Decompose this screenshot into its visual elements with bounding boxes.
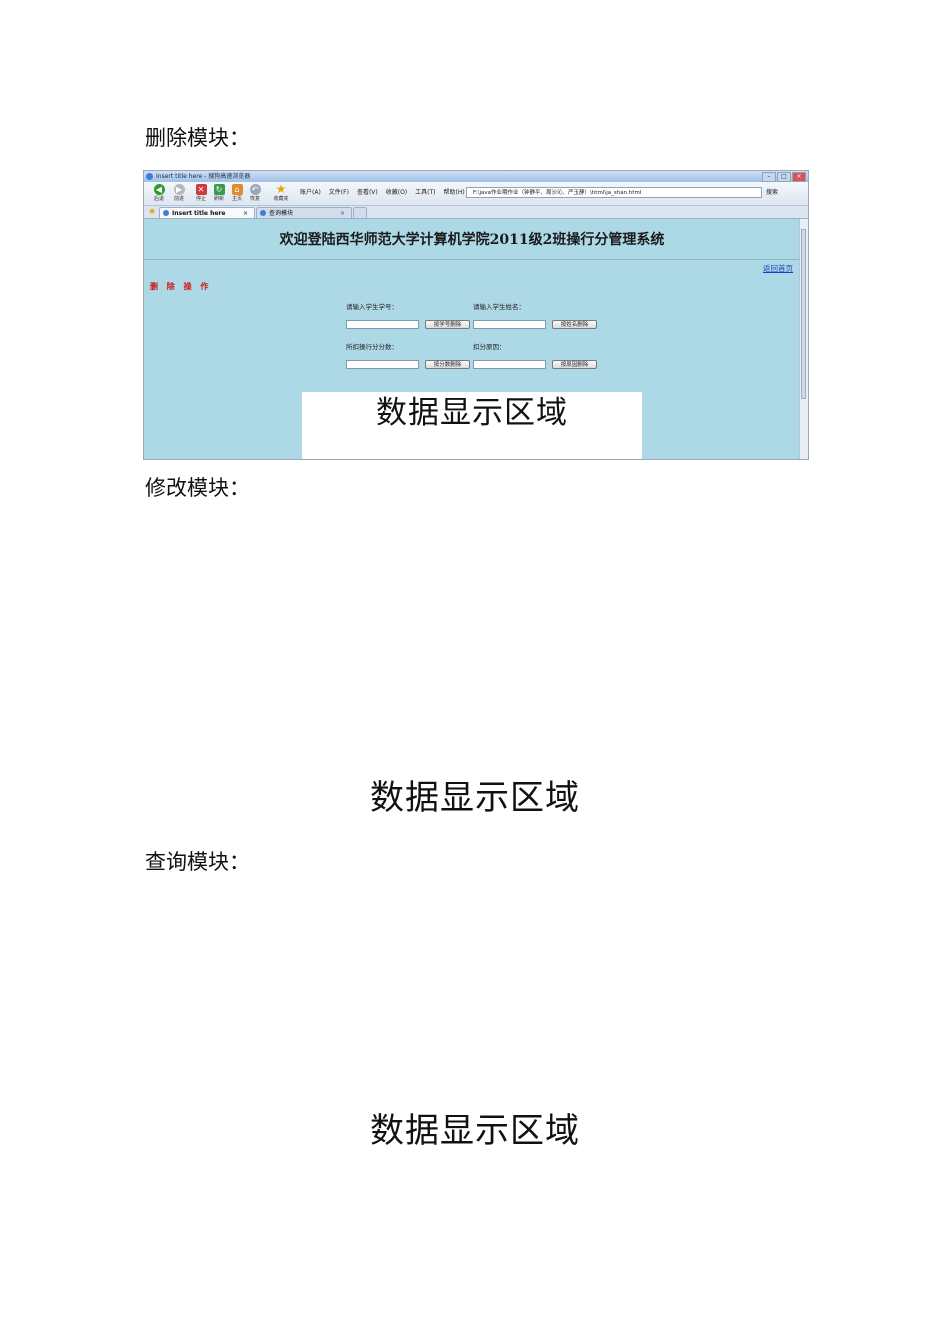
delete-by-reason-button[interactable]: 按原因删除 (552, 360, 597, 369)
score-label: 所扣操行分分数： (346, 343, 398, 351)
score-input[interactable] (346, 360, 419, 369)
modify-data-area-label: 数据显示区域 (370, 778, 580, 818)
favorites-button[interactable]: ★ 收藏夹 (268, 182, 294, 204)
search-button[interactable]: 搜索 (766, 187, 806, 198)
menu-item-favorites[interactable]: 收藏(O) (386, 187, 407, 196)
page-title: 欢迎登陆西华师范大学计算机学院2011级2班操行分管理系统 (279, 232, 665, 248)
maximize-icon[interactable]: □ (777, 172, 791, 182)
query-module-heading: 查询模块： (145, 850, 250, 874)
stop-icon: ✕ (195, 184, 207, 195)
operation-title: 删 除 操 作 (150, 282, 212, 291)
forward-button[interactable]: ▶ 前进 (168, 184, 190, 204)
student-id-label: 请输入学生学号： (346, 303, 398, 311)
tab-query-module[interactable]: 查询模块 × (256, 207, 352, 218)
back-button[interactable]: ◀ 后退 (148, 184, 170, 204)
menu-item-view[interactable]: 查看(V) (357, 187, 378, 196)
delete-by-id-button[interactable]: 按学号删除 (425, 320, 470, 329)
restore-button[interactable]: ↶ 恢复 (244, 184, 266, 204)
minimize-icon[interactable]: – (762, 172, 776, 182)
browser-logo-icon (146, 173, 153, 180)
student-name-input[interactable] (473, 320, 546, 329)
scrollbar-thumb[interactable] (801, 229, 806, 399)
browser-menu-bar: 账户(A) 文件(F) 查看(V) 收藏(O) 工具(T) 帮助(H) (300, 187, 465, 196)
browser-tab-bar: ★ Insert title here × 查询模块 × (144, 206, 808, 219)
window-title: Insert title here - 搜狗高速浏览器 (156, 173, 251, 180)
tab-insert-title[interactable]: Insert title here × (159, 207, 255, 218)
page-content: 欢迎登陆西华师范大学计算机学院2011级2班操行分管理系统 返回首页 删 除 操… (144, 219, 800, 459)
modify-module-heading: 修改模块： (145, 476, 250, 500)
menu-item-account[interactable]: 账户(A) (300, 187, 321, 196)
close-icon[interactable]: × (792, 172, 806, 182)
delete-by-score-button[interactable]: 按分数删除 (425, 360, 470, 369)
student-id-input[interactable] (346, 320, 419, 329)
delete-module-heading: 删除模块： (145, 126, 250, 150)
page-icon (260, 210, 266, 216)
new-tab-button[interactable] (353, 207, 367, 218)
page-icon (163, 210, 169, 216)
close-tab-icon[interactable]: × (340, 208, 345, 219)
back-arrow-icon: ◀ (153, 184, 165, 195)
browser-screenshot: Insert title here - 搜狗高速浏览器 – □ × ◀ 后退 ▶… (143, 170, 809, 460)
vertical-scrollbar[interactable] (799, 219, 808, 459)
browser-titlebar: Insert title here - 搜狗高速浏览器 – □ × (144, 171, 808, 182)
title-divider (144, 259, 800, 260)
address-bar[interactable]: F:\java作业期作业（钟静平、周沙沁、严玉静）\html\ja_shan.h… (466, 187, 762, 198)
query-data-area-label: 数据显示区域 (370, 1111, 580, 1151)
menu-item-tools[interactable]: 工具(T) (415, 187, 435, 196)
delete-by-name-button[interactable]: 按姓名删除 (552, 320, 597, 329)
forward-arrow-icon: ▶ (173, 184, 185, 195)
home-icon: ⌂ (231, 184, 243, 195)
menu-item-help[interactable]: 帮助(H) (444, 187, 465, 196)
return-home-link[interactable]: 返回首页 (763, 263, 793, 274)
reason-label: 扣分原因： (473, 343, 506, 351)
menu-item-file[interactable]: 文件(F) (329, 187, 349, 196)
close-tab-icon[interactable]: × (243, 208, 248, 219)
window-controls: – □ × (762, 172, 806, 182)
star-icon: ★ (275, 182, 287, 196)
browser-toolbar: ◀ 后退 ▶ 前进 ✕ 停止 ↻ 刷新 ⌂ 主页 ↶ 恢复 ★ 收藏夹 账户(A… (144, 182, 808, 206)
reason-input[interactable] (473, 360, 546, 369)
favorites-star-icon[interactable]: ★ (148, 206, 156, 218)
student-name-label: 请输入学生姓名： (473, 303, 525, 311)
refresh-icon: ↻ (213, 184, 225, 195)
undo-icon: ↶ (249, 184, 261, 195)
data-display-label: 数据显示区域 (376, 395, 568, 431)
